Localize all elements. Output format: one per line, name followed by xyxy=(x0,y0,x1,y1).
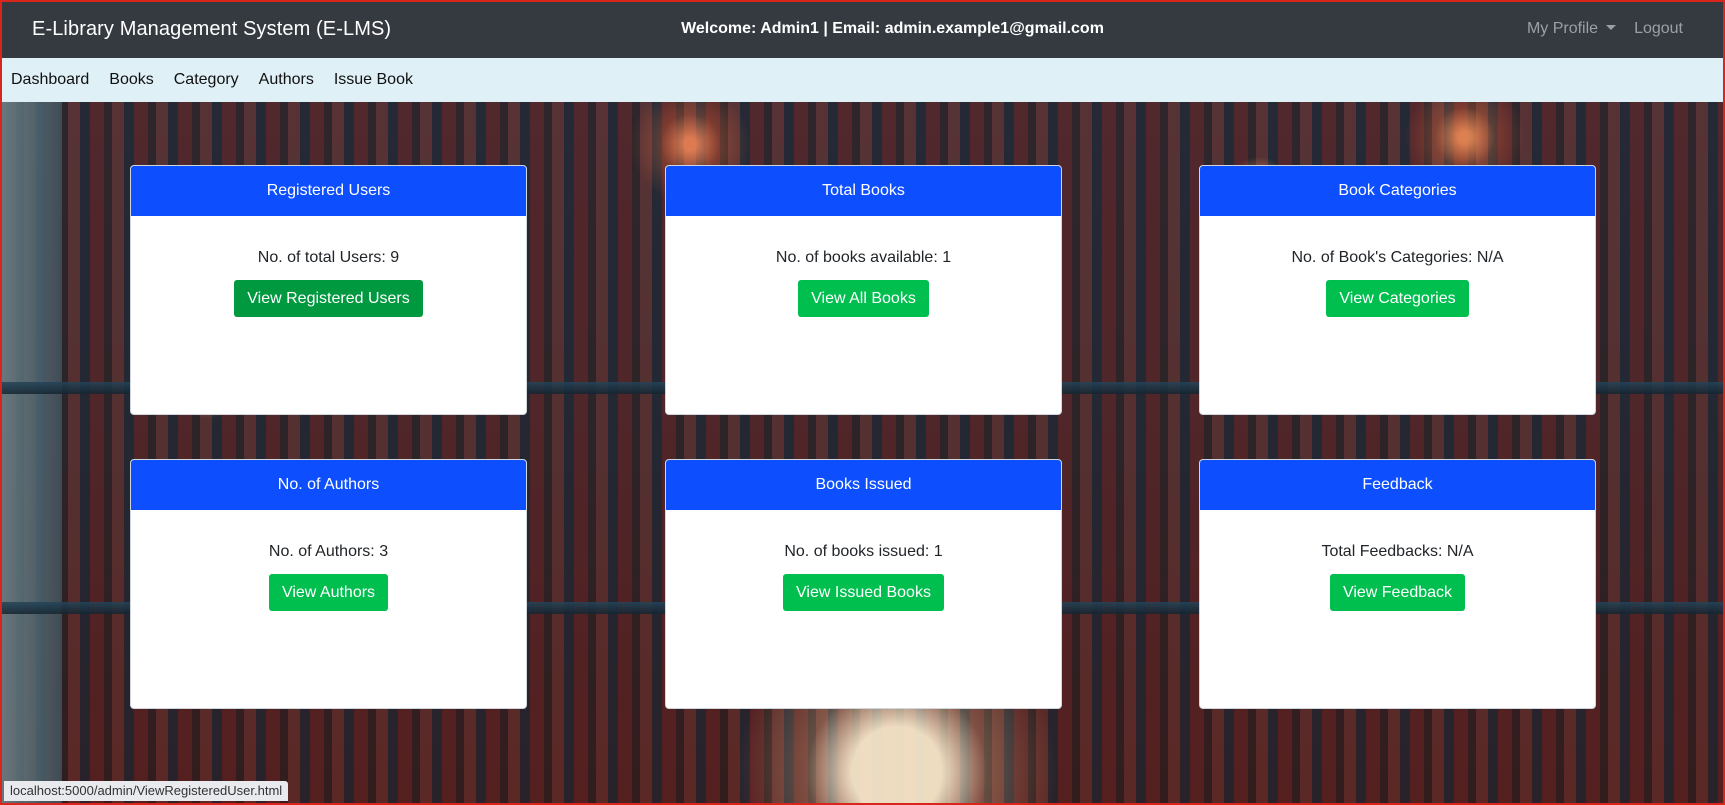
card-header: Books Issued xyxy=(666,460,1061,510)
card-stat-text: Total Feedbacks: N/A xyxy=(1321,543,1474,560)
secondary-nav: Dashboard Books Category Authors Issue B… xyxy=(2,58,1723,102)
card-header: Book Categories xyxy=(1200,166,1595,216)
view-issued-books-button[interactable]: View Issued Books xyxy=(783,574,944,611)
nav-category[interactable]: Category xyxy=(174,71,239,89)
view-registered-users-button[interactable]: View Registered Users xyxy=(234,280,423,317)
card-book-categories: Book Categories No. of Book's Categories… xyxy=(1199,165,1596,415)
welcome-text: Welcome: Admin1 | Email: admin.example1@… xyxy=(681,20,1104,37)
view-categories-button[interactable]: View Categories xyxy=(1326,280,1469,317)
card-total-books: Total Books No. of books available: 1 Vi… xyxy=(665,165,1062,415)
card-stat-text: No. of books issued: 1 xyxy=(784,543,943,560)
view-authors-button[interactable]: View Authors xyxy=(268,574,389,611)
nav-authors[interactable]: Authors xyxy=(259,71,314,89)
card-stat-text: No. of Book's Categories: N/A xyxy=(1291,249,1504,266)
nav-dashboard[interactable]: Dashboard xyxy=(11,71,89,89)
card-feedback: Feedback Total Feedbacks: N/A View Feedb… xyxy=(1199,459,1596,709)
card-registered-users: Registered Users No. of total Users: 9 V… xyxy=(130,165,527,415)
top-right-menu: My Profile Logout xyxy=(1527,20,1683,38)
card-stat-text: No. of total Users: 9 xyxy=(257,249,400,266)
caret-down-icon xyxy=(1606,25,1617,30)
status-url-bar: localhost:5000/admin/ViewRegisteredUser.… xyxy=(4,781,289,801)
view-feedback-button[interactable]: View Feedback xyxy=(1329,574,1466,611)
background-window xyxy=(2,102,62,803)
my-profile-label: My Profile xyxy=(1526,20,1599,37)
nav-books[interactable]: Books xyxy=(109,71,153,89)
card-books-issued: Books Issued No. of books issued: 1 View… xyxy=(665,459,1062,709)
browser-frame: E-Library Management System (E-LMS) Welc… xyxy=(0,0,1725,805)
top-navbar: E-Library Management System (E-LMS) Welc… xyxy=(2,2,1723,58)
card-header: Registered Users xyxy=(131,166,526,216)
card-stat-text: No. of Authors: 3 xyxy=(268,543,389,560)
view-all-books-button[interactable]: View All Books xyxy=(798,280,929,317)
card-header: No. of Authors xyxy=(131,460,526,510)
nav-issue-book[interactable]: Issue Book xyxy=(334,71,413,89)
card-authors: No. of Authors No. of Authors: 3 View Au… xyxy=(130,459,527,709)
card-header: Feedback xyxy=(1200,460,1595,510)
logout-link[interactable]: Logout xyxy=(1634,20,1683,38)
card-header: Total Books xyxy=(666,166,1061,216)
card-stat-text: No. of books available: 1 xyxy=(775,249,952,266)
my-profile-dropdown[interactable]: My Profile xyxy=(1526,20,1617,38)
